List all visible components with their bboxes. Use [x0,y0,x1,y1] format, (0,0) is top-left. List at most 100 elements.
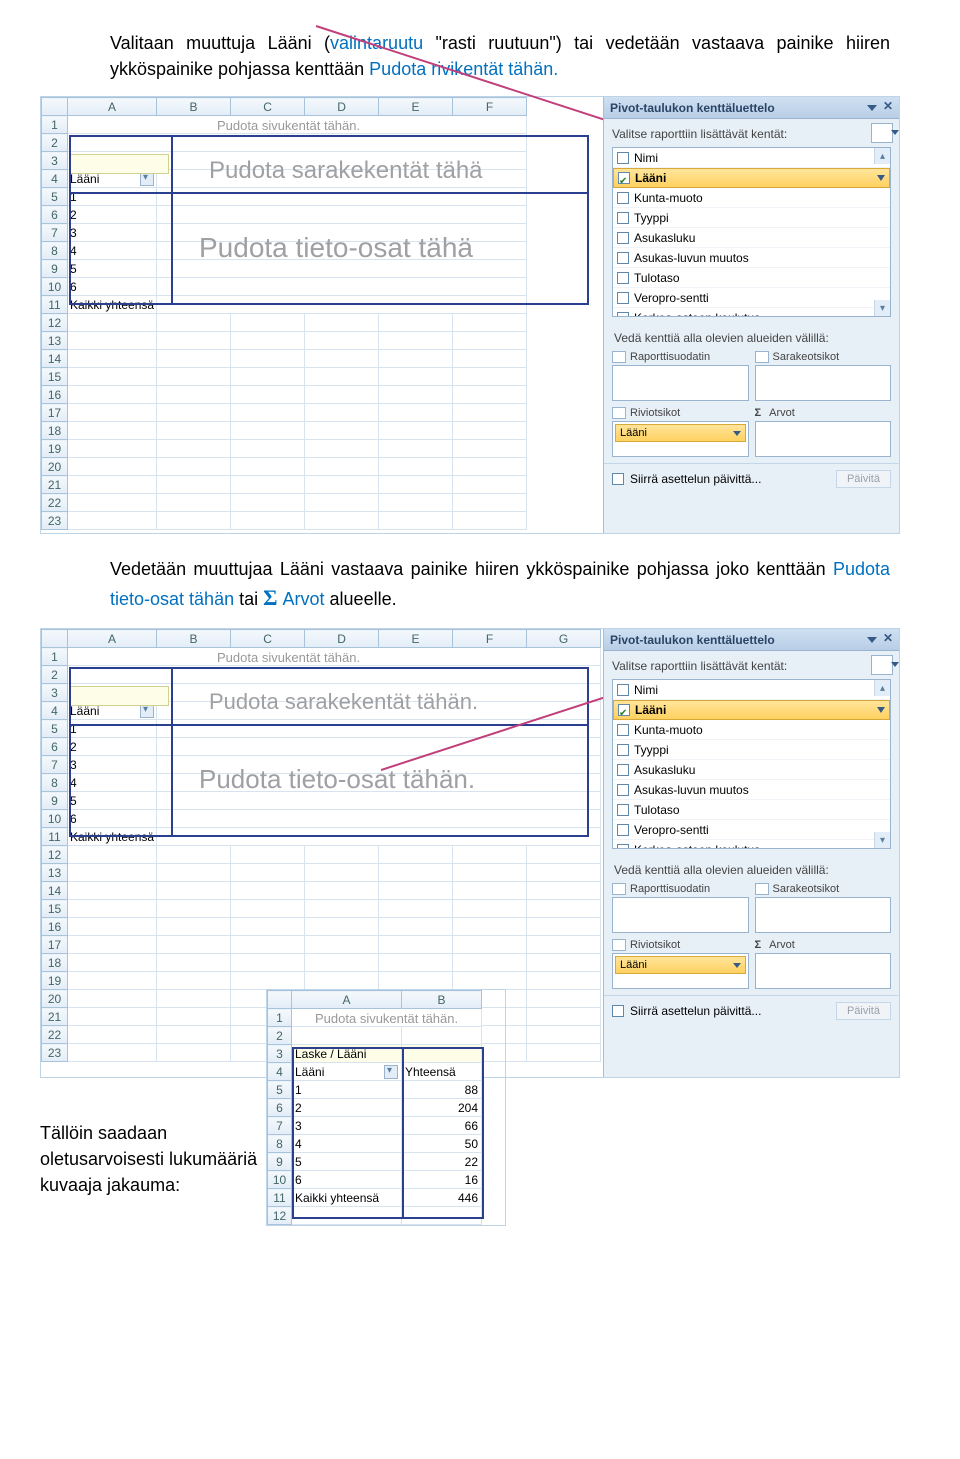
chevron-down-icon[interactable] [877,175,885,181]
row-header[interactable]: 10 [268,1171,292,1189]
row-header[interactable]: 8 [268,1135,292,1153]
col-header-b[interactable]: B [157,630,231,648]
chevron-down-icon[interactable] [733,963,741,968]
col-header-c[interactable]: C [231,630,305,648]
field-row[interactable]: Korkea-asteen koulutus [613,840,890,849]
col-header-d[interactable]: D [305,98,379,116]
chevron-down-icon[interactable] [867,105,877,111]
col-header-a[interactable]: A [292,991,402,1009]
row-header[interactable]: 20 [42,458,68,476]
close-icon[interactable]: ✕ [883,100,895,112]
row-header[interactable]: 6 [42,738,68,756]
row-header[interactable]: 1 [268,1009,292,1027]
field-row[interactable]: Asukas-luvun muutos [613,248,890,268]
row-header[interactable]: 9 [42,260,68,278]
area-row-item[interactable]: Lääni [615,424,746,442]
row-header[interactable]: 3 [268,1045,292,1063]
checkbox-icon[interactable] [617,764,629,776]
close-icon[interactable]: ✕ [883,632,895,644]
layout-button[interactable] [871,655,893,675]
chevron-down-icon[interactable] [877,707,885,713]
row-header[interactable]: 9 [42,792,68,810]
checkbox-icon[interactable] [617,804,629,816]
row-header[interactable]: 19 [42,972,68,990]
row-header[interactable]: 18 [42,954,68,972]
area-values-box[interactable] [755,953,892,989]
checkbox-icon[interactable] [617,824,629,836]
row-header[interactable]: 2 [42,666,68,684]
field-row[interactable]: Tyyppi [613,740,890,760]
checkbox-icon[interactable] [617,844,629,850]
row-header[interactable]: 7 [42,224,68,242]
field-list[interactable]: Nimi Lääni Kunta-muoto Tyyppi Asukasluku… [612,679,891,849]
row-header[interactable]: 22 [42,1026,68,1044]
update-button[interactable]: Päivitä [836,1002,891,1020]
row-header[interactable]: 8 [42,242,68,260]
row-header[interactable]: 9 [268,1153,292,1171]
row-header[interactable]: 16 [42,918,68,936]
col-header-a[interactable]: A [68,98,157,116]
field-row[interactable]: Korkea-asteen koulutus [613,308,890,317]
checkbox-icon[interactable] [612,1005,624,1017]
area-filter-box[interactable] [612,365,749,401]
area-cols-box[interactable] [755,897,892,933]
row-header[interactable]: 23 [42,512,68,530]
row-header[interactable]: 23 [42,1044,68,1062]
checkbox-checked-icon[interactable] [618,704,630,716]
checkbox-icon[interactable] [617,684,629,696]
row-header[interactable]: 22 [42,494,68,512]
col-header-a[interactable]: A [68,630,157,648]
row-header[interactable]: 12 [268,1207,292,1225]
row-header[interactable]: 11 [42,296,68,314]
row-header[interactable]: 2 [268,1027,292,1045]
row-header[interactable]: 14 [42,882,68,900]
row-drop-area[interactable] [69,154,169,174]
row-header[interactable]: 4 [268,1063,292,1081]
col-header-c[interactable]: C [231,98,305,116]
field-row[interactable]: Asukasluku [613,228,890,248]
row-header[interactable]: 14 [42,350,68,368]
checkbox-icon[interactable] [617,272,629,284]
field-row[interactable]: Tyyppi [613,208,890,228]
row-drop-area[interactable] [69,686,169,706]
field-row[interactable]: Nimi [613,148,890,168]
scroll-up-icon[interactable] [874,680,890,696]
row-header[interactable]: 13 [42,864,68,882]
row-header[interactable]: 7 [268,1117,292,1135]
scroll-down-icon[interactable] [874,300,890,316]
row-header[interactable]: 13 [42,332,68,350]
col-header-b[interactable]: B [402,991,482,1009]
update-button[interactable]: Päivitä [836,470,891,488]
field-row[interactable]: Kunta-muoto [613,720,890,740]
row-header[interactable]: 3 [42,684,68,702]
checkbox-icon[interactable] [617,192,629,204]
col-header-e[interactable]: E [379,98,453,116]
dropdown-icon[interactable] [384,1065,398,1079]
row-header[interactable]: 1 [42,648,68,666]
row-header[interactable]: 17 [42,404,68,422]
grid-corner[interactable] [268,991,292,1009]
col-header-b[interactable]: B [157,98,231,116]
checkbox-icon[interactable] [617,252,629,264]
field-row[interactable]: Asukasluku [613,760,890,780]
col-header-f[interactable]: F [453,630,527,648]
row-header[interactable]: 19 [42,440,68,458]
row-header[interactable]: 12 [42,314,68,332]
chevron-down-icon[interactable] [733,431,741,436]
col-header-g[interactable]: G [527,630,601,648]
area-cols-box[interactable] [755,365,892,401]
row-header[interactable]: 2 [42,134,68,152]
field-row-selected[interactable]: Lääni [613,700,890,720]
row-header[interactable]: 17 [42,936,68,954]
row-header[interactable]: 5 [42,720,68,738]
area-rows-box[interactable]: Lääni [612,421,749,457]
row-header[interactable]: 6 [42,206,68,224]
row-header[interactable]: 5 [268,1081,292,1099]
checkbox-icon[interactable] [617,152,629,164]
col-header-e[interactable]: E [379,630,453,648]
scroll-down-icon[interactable] [874,832,890,848]
scroll-up-icon[interactable] [874,148,890,164]
row-header[interactable]: 11 [42,828,68,846]
checkbox-icon[interactable] [617,784,629,796]
checkbox-icon[interactable] [617,292,629,304]
